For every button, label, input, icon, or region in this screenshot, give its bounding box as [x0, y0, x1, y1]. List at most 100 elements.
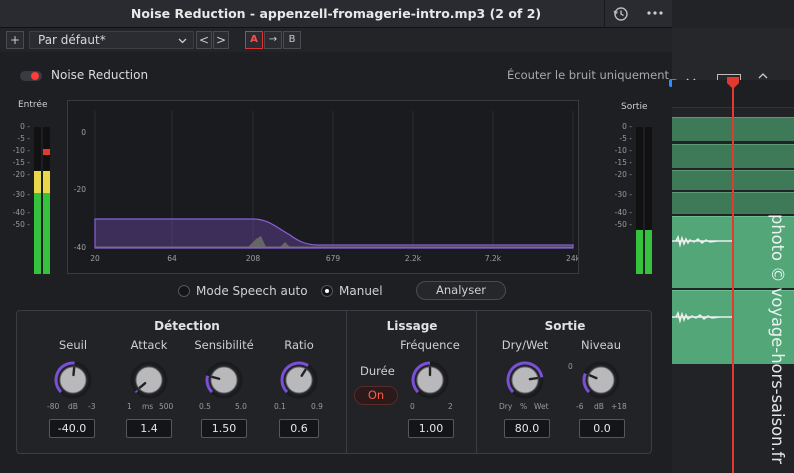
previous-preset-button[interactable]: <: [196, 31, 212, 49]
attack-label: Attack: [130, 338, 168, 352]
noise-profile-curve: [94, 218, 574, 249]
output-scale-label: -15 -: [614, 158, 632, 167]
frequency-value-field[interactable]: 1.00: [408, 419, 454, 438]
drywet-knob[interactable]: [505, 360, 545, 400]
knob-body: [210, 366, 238, 394]
spectrum-y-tick-label: -20: [74, 185, 86, 194]
knob-indicator: [528, 376, 539, 381]
output-scale-label: -20 -: [614, 170, 632, 179]
smoothing-title: Lissage: [386, 319, 438, 333]
spectrum-x-tick-label: 7.2k: [485, 254, 502, 263]
frequency-max: 2: [448, 402, 453, 411]
analyze-button[interactable]: Analyser: [416, 281, 506, 300]
knob-body: [135, 366, 163, 394]
preset-select[interactable]: Par défaut*: [29, 31, 194, 49]
level-min: -6: [576, 402, 584, 411]
spectrum-y-tick-label: -40: [74, 243, 86, 252]
level-unit: dB: [594, 402, 604, 411]
attack-max: 500: [159, 402, 174, 411]
listen-noise-only-button[interactable]: Écouter le bruit uniquement: [507, 68, 669, 82]
output-scale-label: -5 -: [619, 134, 632, 143]
threshold-max: -3: [88, 402, 96, 411]
output-scale-label: -10 -: [614, 146, 632, 155]
mode-manual-radio[interactable]: [321, 285, 333, 297]
noise-reduction-toggle[interactable]: [20, 71, 42, 81]
attack-min: 1: [127, 402, 132, 411]
more-options-icon[interactable]: [644, 4, 666, 22]
spectrum-graph: 0 -20 -40 20 64 208 679 2.2k 7.2k 24k: [74, 111, 581, 263]
drywet-unit: %: [520, 402, 528, 411]
attack-unit: ms: [142, 402, 154, 411]
title-separator: [604, 0, 605, 28]
ratio-max: 0.9: [311, 402, 323, 411]
ab-a-button[interactable]: A: [245, 31, 263, 49]
controls-panel: Détection Lissage Sortie Seuil -80 dB -3…: [16, 310, 652, 454]
history-icon[interactable]: [612, 5, 630, 23]
attack-knob[interactable]: [129, 360, 169, 400]
ab-b-button[interactable]: B: [283, 31, 301, 49]
mode-manual-label: Manuel: [339, 284, 383, 298]
ab-copy-button[interactable]: →: [264, 31, 282, 49]
title-bar: Noise Reduction - appenzell-fromagerie-i…: [0, 0, 672, 28]
frequency-knob[interactable]: [410, 360, 450, 400]
frequency-min: 0: [410, 402, 415, 411]
knob-indicator: [211, 375, 221, 380]
chevron-down-icon: [178, 38, 187, 44]
next-preset-button[interactable]: >: [213, 31, 229, 49]
timeline-toolbar: [669, 28, 794, 89]
knob-indicator: [72, 366, 76, 377]
ratio-min: 0.1: [274, 402, 286, 411]
spectrum-x-tick-label: 20: [90, 254, 100, 263]
ab-compare-group: A → B: [245, 31, 301, 49]
playhead-line[interactable]: [732, 88, 734, 473]
knob-body: [587, 366, 615, 394]
window-title: Noise Reduction - appenzell-fromagerie-i…: [130, 6, 542, 21]
spectrum-display[interactable]: 0 -20 -40 20 64 208 679 2.2k 7.2k 24k: [67, 100, 581, 274]
spectrum-y-ticks: 0 -20 -40: [74, 128, 86, 252]
sensitivity-min: 0.5: [199, 402, 211, 411]
knob-body: [285, 366, 313, 394]
attack-value-field[interactable]: 1.4: [126, 419, 172, 438]
detection-title: Détection: [154, 319, 220, 333]
level-label: Niveau: [580, 338, 621, 352]
meter-peak-red: [43, 149, 50, 156]
input-scale-label: -20 -: [12, 170, 30, 179]
spectrum-x-tick-label: 208: [246, 254, 261, 263]
input-scale-label: -40 -: [12, 208, 30, 217]
sensitivity-value-field[interactable]: 1.50: [201, 419, 247, 438]
input-scale-label: -15 -: [12, 158, 30, 167]
meter-level-yellow: [34, 171, 41, 194]
threshold-min: -80: [47, 402, 60, 411]
ratio-knob[interactable]: [279, 360, 319, 400]
mode-speech-auto-label: Mode Speech auto: [196, 284, 308, 298]
sensitivity-knob[interactable]: [204, 360, 244, 400]
drywet-min: Dry: [499, 402, 513, 411]
input-scale-label: -30 -: [12, 190, 30, 199]
output-scale-label: -50 -: [614, 220, 632, 229]
input-scale-label: -50 -: [12, 220, 30, 229]
threshold-unit: dB: [68, 402, 78, 411]
level-value-field[interactable]: 0.0: [579, 419, 625, 438]
meter-level-yellow: [43, 171, 50, 194]
drywet-value-field[interactable]: 80.0: [504, 419, 550, 438]
threshold-value-field[interactable]: -40.0: [49, 419, 95, 438]
level-knob[interactable]: [581, 360, 621, 400]
output-title: Sortie: [544, 319, 586, 333]
add-preset-button[interactable]: +: [6, 31, 24, 49]
watermark: photo © voyage-hors-saison.fr: [768, 214, 787, 464]
duration-toggle-button[interactable]: On: [354, 386, 398, 405]
threshold-knob[interactable]: [53, 360, 93, 400]
drywet-max: Wet: [534, 402, 549, 411]
spectrum-x-tick-label: 24k: [566, 254, 578, 263]
toggle-knob: [31, 72, 39, 80]
input-meter-left: [34, 127, 41, 274]
level-zero-marker: 0: [568, 362, 573, 371]
output-scale-label: -40 -: [614, 208, 632, 217]
meter-level-green: [636, 229, 643, 274]
frequency-label: Fréquence: [400, 338, 460, 352]
mode-speech-auto-radio[interactable]: [178, 285, 190, 297]
ratio-value-field[interactable]: 0.6: [279, 419, 319, 438]
input-meter-label: Entrée: [18, 100, 48, 110]
plugin-panel: Noise Reduction Écouter le bruit uniquem…: [0, 52, 672, 473]
output-meter-right: [645, 127, 652, 274]
